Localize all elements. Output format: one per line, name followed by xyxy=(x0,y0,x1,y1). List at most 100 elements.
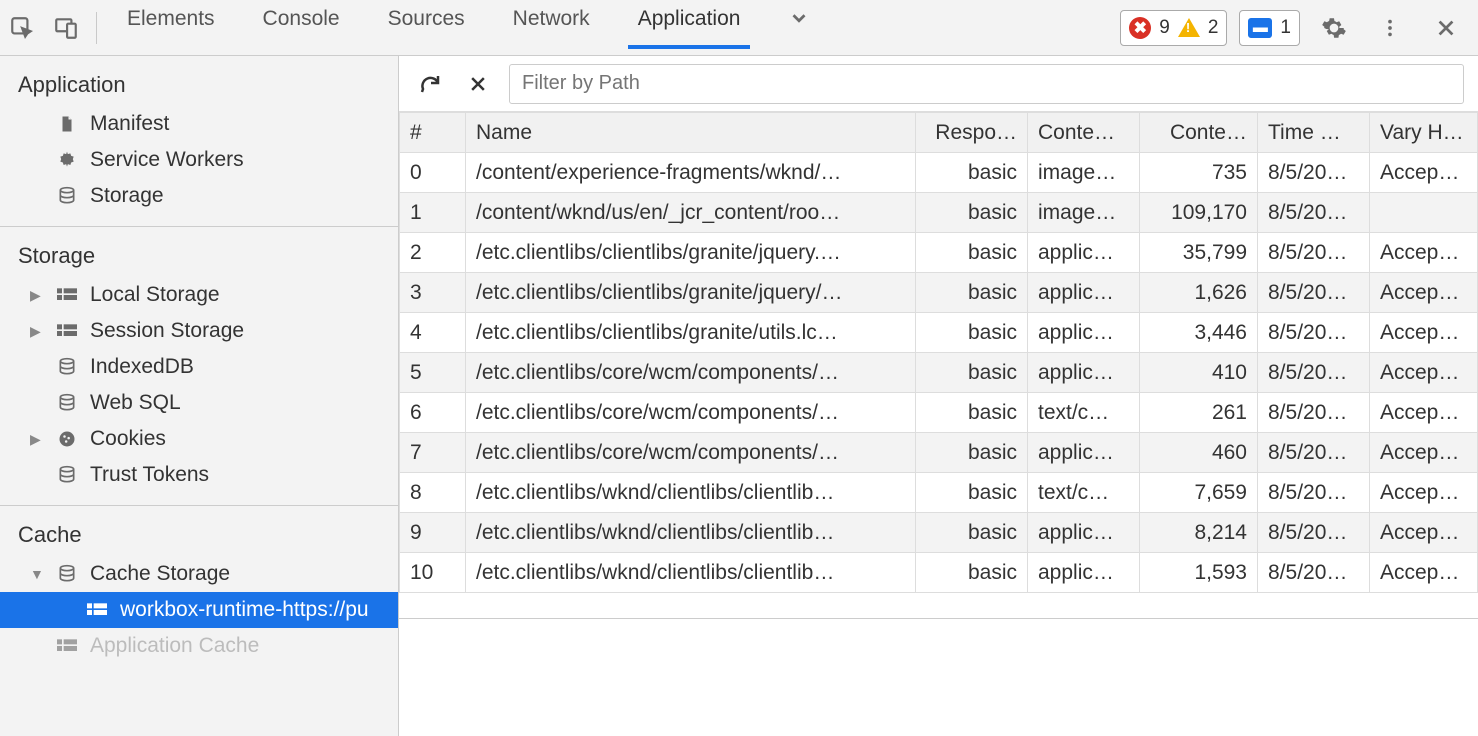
tab-overflow-icon[interactable] xyxy=(784,7,814,48)
cell-content-type: applic… xyxy=(1028,433,1140,473)
col-header-time[interactable]: Time … xyxy=(1258,113,1370,153)
cell-content-length: 1,626 xyxy=(1140,273,1258,313)
cell-content-type: applic… xyxy=(1028,233,1140,273)
grid-icon xyxy=(86,599,108,621)
tab-network[interactable]: Network xyxy=(509,7,594,48)
grid-icon xyxy=(56,320,78,342)
sidebar-item-manifest[interactable]: Manifest xyxy=(0,106,398,142)
cell-index: 7 xyxy=(400,433,466,473)
error-icon: ✖ xyxy=(1129,17,1151,39)
cell-response: basic xyxy=(916,193,1028,233)
cell-content-length: 460 xyxy=(1140,433,1258,473)
col-header-vary[interactable]: Vary H… xyxy=(1370,113,1478,153)
grid-icon xyxy=(56,635,78,657)
cache-table: # Name Respo… Conte… Conte… Time … Vary … xyxy=(399,112,1478,618)
cell-response: basic xyxy=(916,153,1028,193)
tab-console[interactable]: Console xyxy=(259,7,344,48)
sidebar-item-websql[interactable]: Web SQL xyxy=(0,385,398,421)
table-row[interactable]: 3/etc.clientlibs/clientlibs/granite/jque… xyxy=(400,273,1478,313)
section-title-cache: Cache xyxy=(0,522,398,556)
cell-name: /etc.clientlibs/core/wcm/components/… xyxy=(466,353,916,393)
cell-response: basic xyxy=(916,233,1028,273)
cell-content-length: 261 xyxy=(1140,393,1258,433)
filter-input[interactable] xyxy=(509,64,1464,104)
warning-icon xyxy=(1178,18,1200,37)
table-row[interactable]: 10/etc.clientlibs/wknd/clientlibs/client… xyxy=(400,553,1478,593)
divider xyxy=(96,12,97,44)
tab-sources[interactable]: Sources xyxy=(384,7,469,48)
table-row[interactable]: 7/etc.clientlibs/core/wcm/components/…ba… xyxy=(400,433,1478,473)
sidebar-item-trust-tokens[interactable]: Trust Tokens xyxy=(0,457,398,493)
cell-vary: Accep… xyxy=(1370,313,1478,353)
cell-time: 8/5/20… xyxy=(1258,553,1370,593)
cell-vary: Accep… xyxy=(1370,273,1478,313)
cell-name: /etc.clientlibs/core/wcm/components/… xyxy=(466,393,916,433)
cell-content-type: image… xyxy=(1028,153,1140,193)
cell-index: 8 xyxy=(400,473,466,513)
tab-application[interactable]: Application xyxy=(634,7,745,48)
table-row[interactable]: 0/content/experience-fragments/wknd/…bas… xyxy=(400,153,1478,193)
main-split: Application Manifest Service Workers Sto… xyxy=(0,56,1478,736)
preview-pane xyxy=(399,618,1478,736)
tab-elements[interactable]: Elements xyxy=(123,7,219,48)
chevron-right-icon: ▶ xyxy=(30,323,44,340)
table-row[interactable]: 1/content/wknd/us/en/_jcr_content/roo…ba… xyxy=(400,193,1478,233)
table-header-row: # Name Respo… Conte… Conte… Time … Vary … xyxy=(400,113,1478,153)
cell-index: 5 xyxy=(400,353,466,393)
table-row[interactable]: 8/etc.clientlibs/wknd/clientlibs/clientl… xyxy=(400,473,1478,513)
sidebar-item-local-storage[interactable]: ▶ Local Storage xyxy=(0,277,398,313)
sidebar-item-application-cache[interactable]: Application Cache xyxy=(0,628,398,664)
inspect-icon[interactable] xyxy=(0,6,44,50)
sidebar-item-workbox-cache[interactable]: workbox-runtime-https://pu xyxy=(0,592,398,628)
cell-vary: Accep… xyxy=(1370,233,1478,273)
table-row[interactable]: 6/etc.clientlibs/core/wcm/components/…ba… xyxy=(400,393,1478,433)
cell-name: /etc.clientlibs/wknd/clientlibs/clientli… xyxy=(466,473,916,513)
cell-time: 8/5/20… xyxy=(1258,353,1370,393)
col-header-index[interactable]: # xyxy=(400,113,466,153)
cell-content-type: applic… xyxy=(1028,553,1140,593)
sidebar-item-cache-storage[interactable]: ▼ Cache Storage xyxy=(0,556,398,592)
col-header-content-length[interactable]: Conte… xyxy=(1140,113,1258,153)
cell-name: /content/experience-fragments/wknd/… xyxy=(466,153,916,193)
sidebar-item-indexeddb[interactable]: IndexedDB xyxy=(0,349,398,385)
close-icon[interactable] xyxy=(1424,6,1468,50)
more-icon[interactable] xyxy=(1368,6,1412,50)
table-row[interactable]: 5/etc.clientlibs/core/wcm/components/…ba… xyxy=(400,353,1478,393)
col-header-response[interactable]: Respo… xyxy=(916,113,1028,153)
sidebar-item-cookies[interactable]: ▶ Cookies xyxy=(0,421,398,457)
cell-vary: Accep… xyxy=(1370,513,1478,553)
col-header-content-type[interactable]: Conte… xyxy=(1028,113,1140,153)
label: workbox-runtime-https://pu xyxy=(120,598,369,622)
cell-content-length: 35,799 xyxy=(1140,233,1258,273)
sidebar-item-storage[interactable]: Storage xyxy=(0,178,398,214)
table-row[interactable]: 4/etc.clientlibs/clientlibs/granite/util… xyxy=(400,313,1478,353)
sidebar-item-session-storage[interactable]: ▶ Session Storage xyxy=(0,313,398,349)
cell-content-type: text/c… xyxy=(1028,473,1140,513)
cache-toolbar xyxy=(399,56,1478,112)
cell-content-length: 410 xyxy=(1140,353,1258,393)
error-count: 9 xyxy=(1159,17,1170,39)
database-icon xyxy=(56,185,78,207)
devtools-tabbar: Elements Console Sources Network Applica… xyxy=(0,0,1478,56)
cell-time: 8/5/20… xyxy=(1258,233,1370,273)
grid-icon xyxy=(56,284,78,306)
cell-time: 8/5/20… xyxy=(1258,393,1370,433)
section-cache: Cache ▼ Cache Storage workbox-runtime-ht… xyxy=(0,506,398,676)
table-row[interactable]: 9/etc.clientlibs/wknd/clientlibs/clientl… xyxy=(400,513,1478,553)
cell-content-length: 1,593 xyxy=(1140,553,1258,593)
settings-icon[interactable] xyxy=(1312,6,1356,50)
delete-button[interactable] xyxy=(461,67,495,101)
sidebar-item-service-workers[interactable]: Service Workers xyxy=(0,142,398,178)
label: Cookies xyxy=(90,427,166,451)
cell-time: 8/5/20… xyxy=(1258,193,1370,233)
device-toggle-icon[interactable] xyxy=(44,6,88,50)
refresh-button[interactable] xyxy=(413,67,447,101)
label: Application Cache xyxy=(90,634,259,658)
cell-response: basic xyxy=(916,473,1028,513)
error-warning-badge[interactable]: ✖ 9 2 xyxy=(1120,10,1227,46)
cell-response: basic xyxy=(916,513,1028,553)
col-header-name[interactable]: Name xyxy=(466,113,916,153)
label: IndexedDB xyxy=(90,355,194,379)
issues-badge[interactable]: ▬ 1 xyxy=(1239,10,1300,46)
table-row[interactable]: 2/etc.clientlibs/clientlibs/granite/jque… xyxy=(400,233,1478,273)
